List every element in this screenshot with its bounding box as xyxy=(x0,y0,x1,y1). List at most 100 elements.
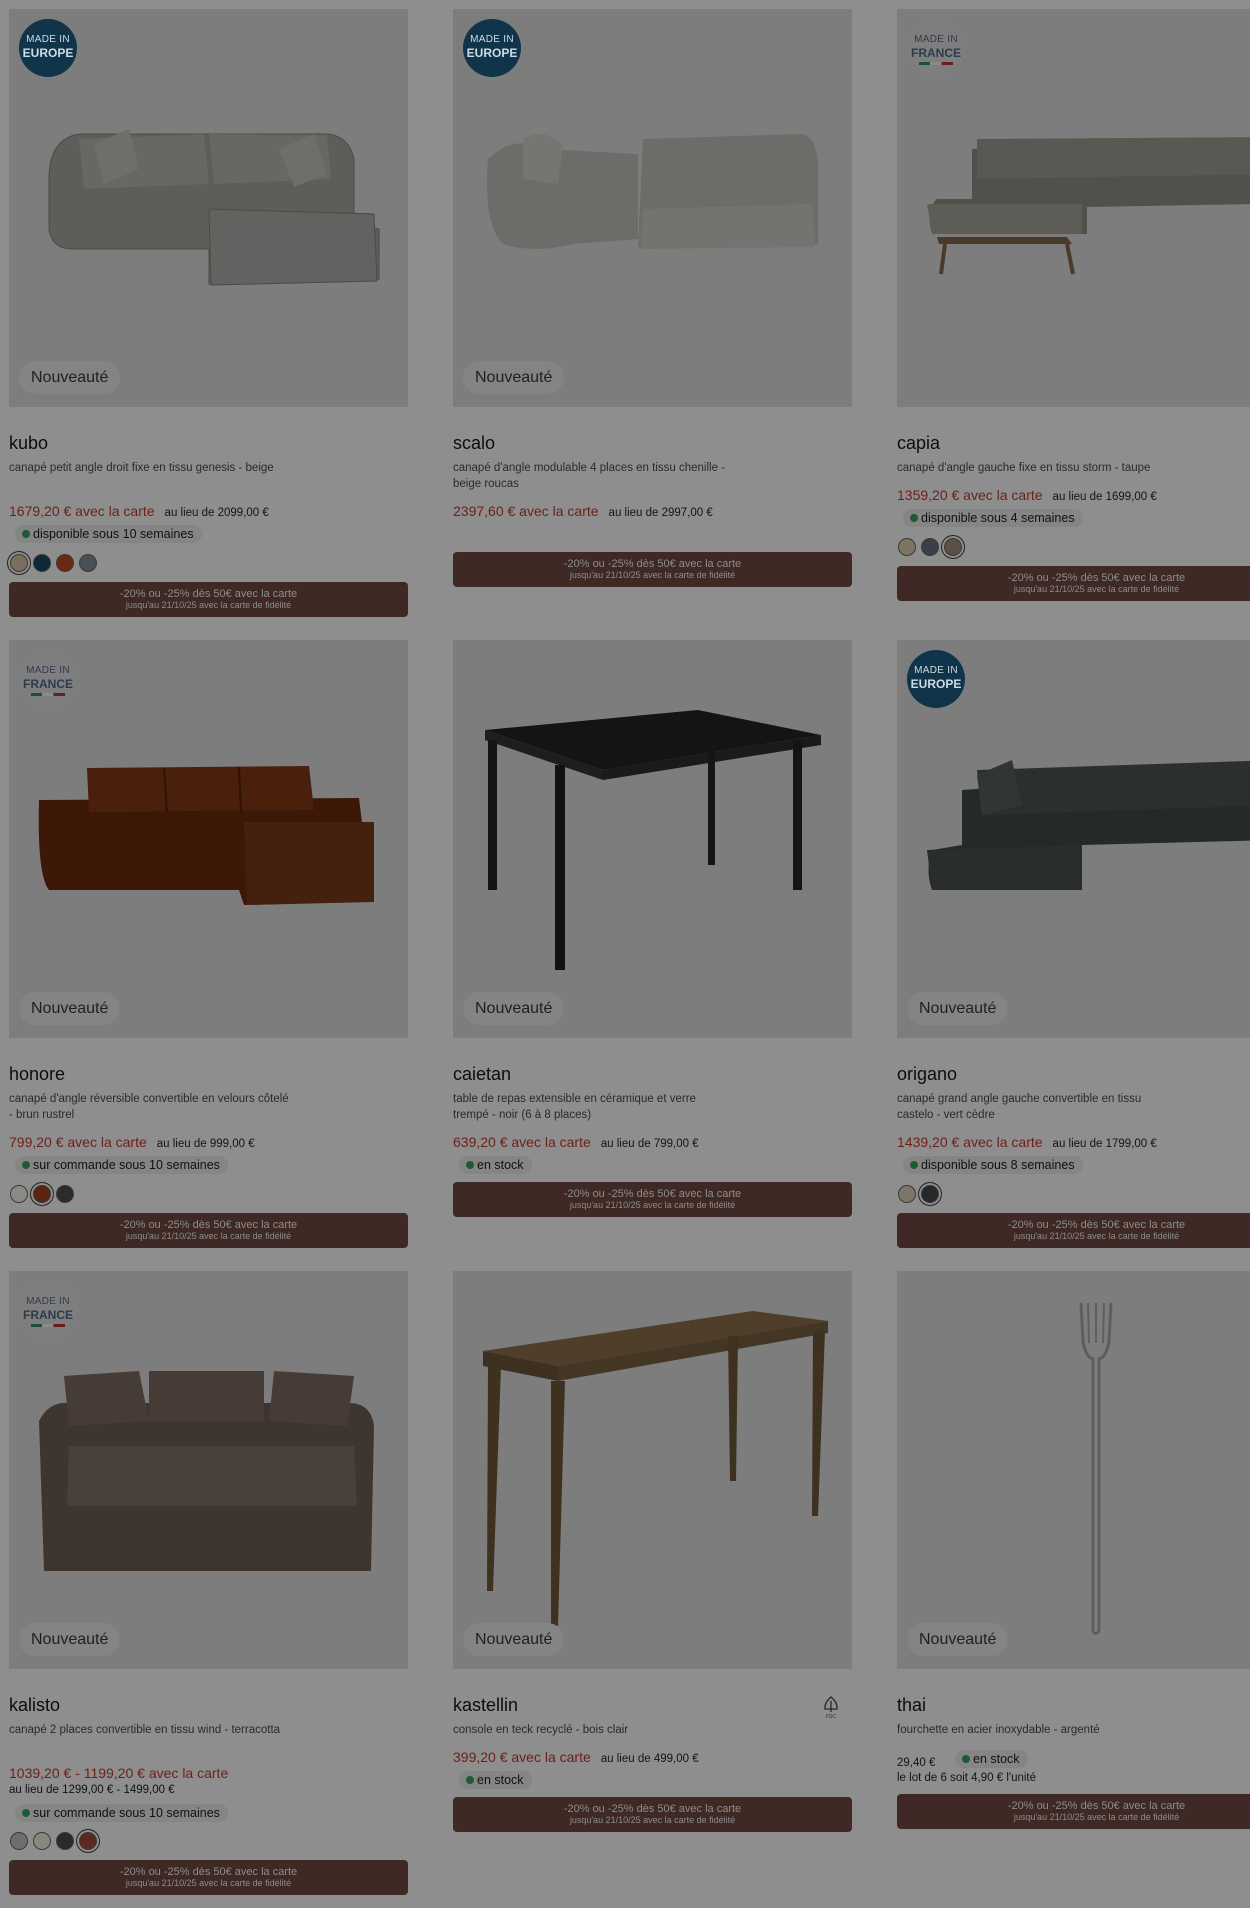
fsc-tree-icon: FSC xyxy=(824,1696,838,1719)
badge-line1: MADE IN xyxy=(26,1296,70,1307)
price-line: 799,20 € avec la carte au lieu de 999,00 … xyxy=(9,1134,255,1150)
new-tag: Nouveauté xyxy=(463,992,565,1025)
color-swatch[interactable] xyxy=(898,1185,916,1203)
product-description: console en teck recyclé - bois clair xyxy=(453,1724,629,1736)
product-image[interactable]: MADE IN EUROPE Nouveauté xyxy=(9,9,408,407)
badge-line1: MADE IN xyxy=(470,34,514,45)
availability-badge: en stock xyxy=(459,1156,532,1174)
color-swatch[interactable] xyxy=(944,538,962,556)
promo-banner[interactable]: -20% ou -25% dès 50€ avec la carte jusqu… xyxy=(9,582,408,617)
promo-banner[interactable]: -20% ou -25% dès 50€ avec la carte jusqu… xyxy=(897,1794,1250,1829)
product-image[interactable]: MADE IN FRANCE Nouveauté xyxy=(9,640,408,1038)
made-in-france-badge: MADE IN FRANCE xyxy=(907,19,965,77)
made-in-france-badge: MADE IN FRANCE xyxy=(19,650,77,708)
product-title[interactable]: kubo xyxy=(9,433,48,454)
color-swatch[interactable] xyxy=(898,538,916,556)
made-in-europe-badge: MADE IN EUROPE xyxy=(19,19,77,77)
color-swatch[interactable] xyxy=(10,1832,28,1850)
product-image[interactable]: Nouveauté xyxy=(897,1271,1250,1669)
was-price: au lieu de 2099,00 € xyxy=(164,507,269,519)
promo-banner[interactable]: -20% ou -25% dès 50€ avec la carte jusqu… xyxy=(453,1182,852,1217)
color-swatch[interactable] xyxy=(921,538,939,556)
promo-line2: jusqu'au 21/10/25 avec la carte de fidél… xyxy=(569,570,736,580)
product-card-caietan[interactable]: Nouveauté caietan table de repas extensi… xyxy=(453,640,852,1217)
badge-line2: FRANCE xyxy=(23,677,73,691)
promo-banner[interactable]: -20% ou -25% dès 50€ avec la carte jusqu… xyxy=(897,566,1250,601)
product-title[interactable]: origano xyxy=(897,1064,957,1085)
price-line: 29,40 € xyxy=(897,1753,935,1769)
promo-line1: -20% ou -25% dès 50€ avec la carte xyxy=(563,558,742,570)
product-description: canapé petit angle droit fixe en tissu g… xyxy=(9,462,274,474)
product-image[interactable]: MADE IN FRANCE Nouveauté xyxy=(9,1271,408,1669)
promo-banner[interactable]: -20% ou -25% dès 50€ avec la carte jusqu… xyxy=(9,1213,408,1248)
new-tag: Nouveauté xyxy=(19,361,121,394)
product-description: table de repas extensible en céramique e… xyxy=(453,1093,696,1121)
product-title[interactable]: thai xyxy=(897,1695,926,1716)
color-swatch[interactable] xyxy=(10,1185,28,1203)
product-title[interactable]: caietan xyxy=(453,1064,511,1085)
promo-line1: -20% ou -25% dès 50€ avec la carte xyxy=(119,1219,298,1231)
badge-line1: MADE IN xyxy=(26,665,70,676)
promo-banner[interactable]: -20% ou -25% dès 50€ avec la carte jusqu… xyxy=(453,1797,852,1832)
promo-line2: jusqu'au 21/10/25 avec la carte de fidél… xyxy=(569,1815,736,1825)
product-title[interactable]: capia xyxy=(897,433,940,454)
color-swatch[interactable] xyxy=(33,1185,51,1203)
promo-banner[interactable]: -20% ou -25% dès 50€ avec la carte jusqu… xyxy=(9,1860,408,1895)
product-card-scalo[interactable]: MADE IN EUROPE Nouveauté scalo canapé d'… xyxy=(453,9,852,587)
sofa-image xyxy=(38,766,374,905)
product-image[interactable]: MADE IN EUROPE Nouveauté xyxy=(453,9,852,407)
product-description: canapé d'angle réversible convertible en… xyxy=(9,1093,289,1121)
product-title[interactable]: kastellin xyxy=(453,1695,518,1716)
product-card-kubo[interactable]: MADE IN EUROPE Nouveauté kubo canapé pet… xyxy=(9,9,408,617)
french-flag-icon xyxy=(31,693,65,696)
color-swatch[interactable] xyxy=(56,1185,74,1203)
availability-badge: disponible sous 8 semaines xyxy=(903,1156,1083,1174)
availability-badge: sur commande sous 10 semaines xyxy=(15,1156,228,1174)
sofa-image xyxy=(48,129,380,286)
product-card-honore[interactable]: MADE IN FRANCE Nouveauté honore canapé d… xyxy=(9,640,408,1248)
promo-banner[interactable]: -20% ou -25% dès 50€ avec la carte jusqu… xyxy=(897,1213,1250,1248)
product-image[interactable]: MADE IN FRANCE xyxy=(897,9,1250,407)
was-price: au lieu de 999,00 € xyxy=(156,1138,255,1150)
badge-line2: EUROPE xyxy=(466,46,518,60)
unit-price-text: le lot de 6 soit 4,90 € l'unité xyxy=(897,1772,1037,1784)
product-title[interactable]: honore xyxy=(9,1064,65,1085)
color-swatch[interactable] xyxy=(921,1185,939,1203)
product-image[interactable]: Nouveauté xyxy=(453,1271,852,1669)
new-tag: Nouveauté xyxy=(463,1623,565,1656)
promo-line2: jusqu'au 21/10/25 avec la carte de fidél… xyxy=(1013,1231,1180,1241)
product-title[interactable]: kalisto xyxy=(9,1695,60,1716)
color-swatch[interactable] xyxy=(10,554,28,572)
promo-line1: -20% ou -25% dès 50€ avec la carte xyxy=(563,1188,742,1200)
product-card-origano[interactable]: MADE IN EUROPE Nouveauté origano canapé … xyxy=(897,640,1250,1248)
color-swatch[interactable] xyxy=(79,554,97,572)
fork-image xyxy=(1079,1302,1113,1635)
console-table-image xyxy=(483,1311,828,1626)
availability-badge: disponible sous 10 semaines xyxy=(15,525,202,543)
product-title[interactable]: scalo xyxy=(453,433,495,454)
color-swatch[interactable] xyxy=(79,1832,97,1850)
product-card-kastellin[interactable]: Nouveauté kastellin FSC console en teck … xyxy=(453,1271,852,1832)
product-card-thai[interactable]: Nouveauté thai fourchette en acier inoxy… xyxy=(897,1271,1250,1829)
promo-line1: -20% ou -25% dès 50€ avec la carte xyxy=(1007,572,1186,584)
card-price: 399,20 € avec la carte xyxy=(453,1749,591,1765)
card-price: 1039,20 € - 1199,20 € avec la carte xyxy=(9,1765,229,1781)
promo-line2: jusqu'au 21/10/25 avec la carte de fidél… xyxy=(125,1878,292,1888)
table-image xyxy=(485,710,821,970)
color-swatch[interactable] xyxy=(56,1832,74,1850)
color-swatch[interactable] xyxy=(33,1832,51,1850)
product-card-kalisto[interactable]: MADE IN FRANCE Nouveauté kalisto canapé … xyxy=(9,1271,408,1895)
card-price: 639,20 € avec la carte xyxy=(453,1134,591,1150)
french-flag-icon xyxy=(31,1324,65,1327)
promo-line2: jusqu'au 21/10/25 avec la carte de fidél… xyxy=(1013,584,1180,594)
availability-badge: disponible sous 4 semaines xyxy=(903,509,1083,527)
color-swatch[interactable] xyxy=(33,554,51,572)
was-price: au lieu de 1699,00 € xyxy=(1052,491,1157,503)
product-image[interactable]: Nouveauté xyxy=(453,640,852,1038)
promo-banner[interactable]: -20% ou -25% dès 50€ avec la carte jusqu… xyxy=(453,552,852,587)
color-swatch[interactable] xyxy=(56,554,74,572)
product-image[interactable]: MADE IN EUROPE Nouveauté xyxy=(897,640,1250,1038)
promo-line2: jusqu'au 21/10/25 avec la carte de fidél… xyxy=(125,1231,292,1241)
product-card-capia[interactable]: MADE IN FRANCE capia canapé d'angle gauc… xyxy=(897,9,1250,601)
badge-line2: EUROPE xyxy=(22,46,74,60)
